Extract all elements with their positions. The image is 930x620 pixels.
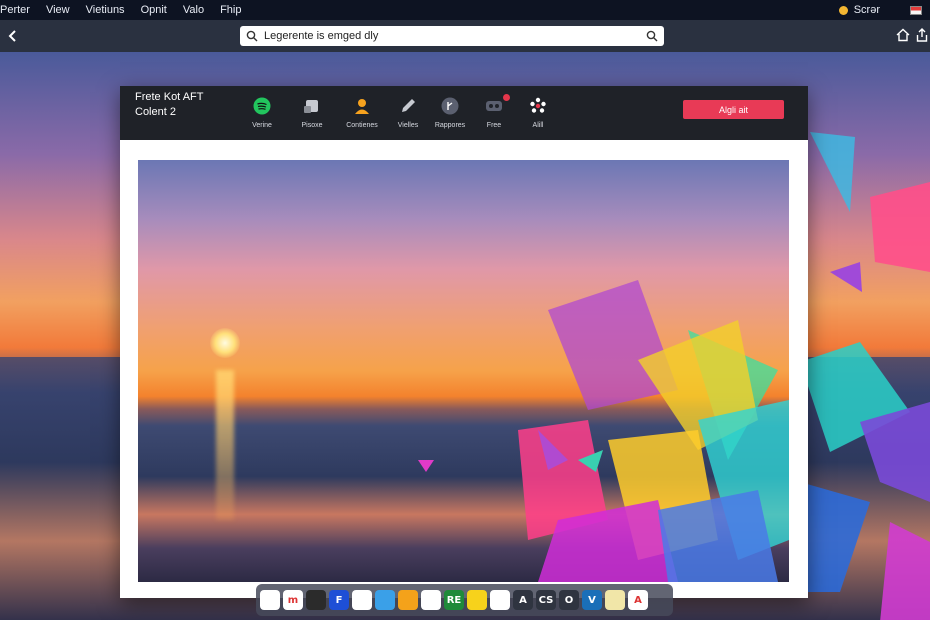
tool-label: Alill <box>532 122 544 129</box>
menu-item-perter[interactable]: Perter <box>0 0 38 20</box>
tool-contienes[interactable]: Contienes <box>336 96 388 136</box>
dock-mail-icon[interactable]: m <box>283 590 303 610</box>
editor-header: Frete Kot AFT Colent 2 Verine Pisoxe Con… <box>120 86 808 140</box>
menu-item-fhip[interactable]: Fhip <box>212 0 249 20</box>
dock-pencil-icon[interactable] <box>467 590 487 610</box>
dock-photos-icon[interactable] <box>421 590 441 610</box>
share-icon <box>440 96 460 116</box>
address-bar[interactable] <box>240 26 664 46</box>
dock-terminal-icon[interactable]: RE <box>444 590 464 610</box>
home-icon[interactable] <box>896 28 910 42</box>
user-name[interactable]: Scrər <box>854 4 880 16</box>
browser-toolbar <box>0 20 930 52</box>
dock-notes-icon[interactable] <box>375 590 395 610</box>
app-title: Frete Kot AFT <box>135 91 204 103</box>
dock-app-o-icon[interactable]: O <box>559 590 579 610</box>
menu-bar: Perter View Vietiuns Opnit Valo Fhip Scr… <box>0 0 930 20</box>
primary-action-button[interactable]: Algli ait <box>683 100 784 119</box>
address-input[interactable] <box>264 30 646 42</box>
menu-item-valo[interactable]: Valo <box>175 0 212 20</box>
app-subtitle: Colent 2 <box>135 106 176 118</box>
dock-files-icon[interactable]: F <box>329 590 349 610</box>
menu-item-vietiuns[interactable]: Vietiuns <box>78 0 133 20</box>
dock-app-v-icon[interactable]: V <box>582 590 602 610</box>
user-icon <box>352 96 372 116</box>
share-icon[interactable] <box>916 28 928 42</box>
tool-verine[interactable]: Verine <box>236 96 288 136</box>
search-icon <box>246 30 258 42</box>
dock-store-icon[interactable] <box>398 590 418 610</box>
dock-drive-icon[interactable] <box>352 590 372 610</box>
dock-chrome-icon[interactable] <box>260 590 280 610</box>
wallpaper-shapes <box>800 132 930 620</box>
pen-icon <box>398 96 418 116</box>
dock-app-triangle-icon[interactable]: A <box>628 590 648 610</box>
dock-app-cs-icon[interactable]: CS <box>536 590 556 610</box>
spotify-icon <box>252 96 272 116</box>
dock-finder-icon[interactable] <box>306 590 326 610</box>
user-icon[interactable] <box>838 5 848 15</box>
dots-icon <box>528 96 548 116</box>
tool-label: Verine <box>252 122 272 129</box>
notification-badge <box>503 94 510 101</box>
vr-icon <box>484 96 504 116</box>
tool-alill[interactable]: Alill <box>512 96 564 136</box>
dock-chrome-2-icon[interactable] <box>490 590 510 610</box>
dock: m F RE A CS O V A <box>256 584 673 616</box>
dock-app-a-icon[interactable]: A <box>513 590 533 610</box>
tool-label: Contienes <box>346 122 378 129</box>
colorful-shapes <box>418 280 789 582</box>
menubar-status: Scrər <box>838 4 930 16</box>
tool-label: Pisoxe <box>301 122 323 129</box>
tool-label: Rappores <box>434 122 466 129</box>
editor-window: Frete Kot AFT Colent 2 Verine Pisoxe Con… <box>120 86 808 598</box>
canvas-image[interactable] <box>138 160 789 582</box>
back-button[interactable] <box>2 25 24 47</box>
flag-icon[interactable] <box>910 5 922 15</box>
chevron-left-icon <box>8 30 16 42</box>
tool-pisoxe[interactable]: Pisoxe <box>286 96 338 136</box>
square-icon <box>302 96 322 116</box>
search-icon[interactable] <box>646 30 658 42</box>
dock-app-notes-icon[interactable] <box>605 590 625 610</box>
tool-label: Free <box>486 122 502 129</box>
menu-item-view[interactable]: View <box>38 0 78 20</box>
tool-label: Vielles <box>397 122 419 129</box>
menu-item-opnit[interactable]: Opnit <box>133 0 175 20</box>
